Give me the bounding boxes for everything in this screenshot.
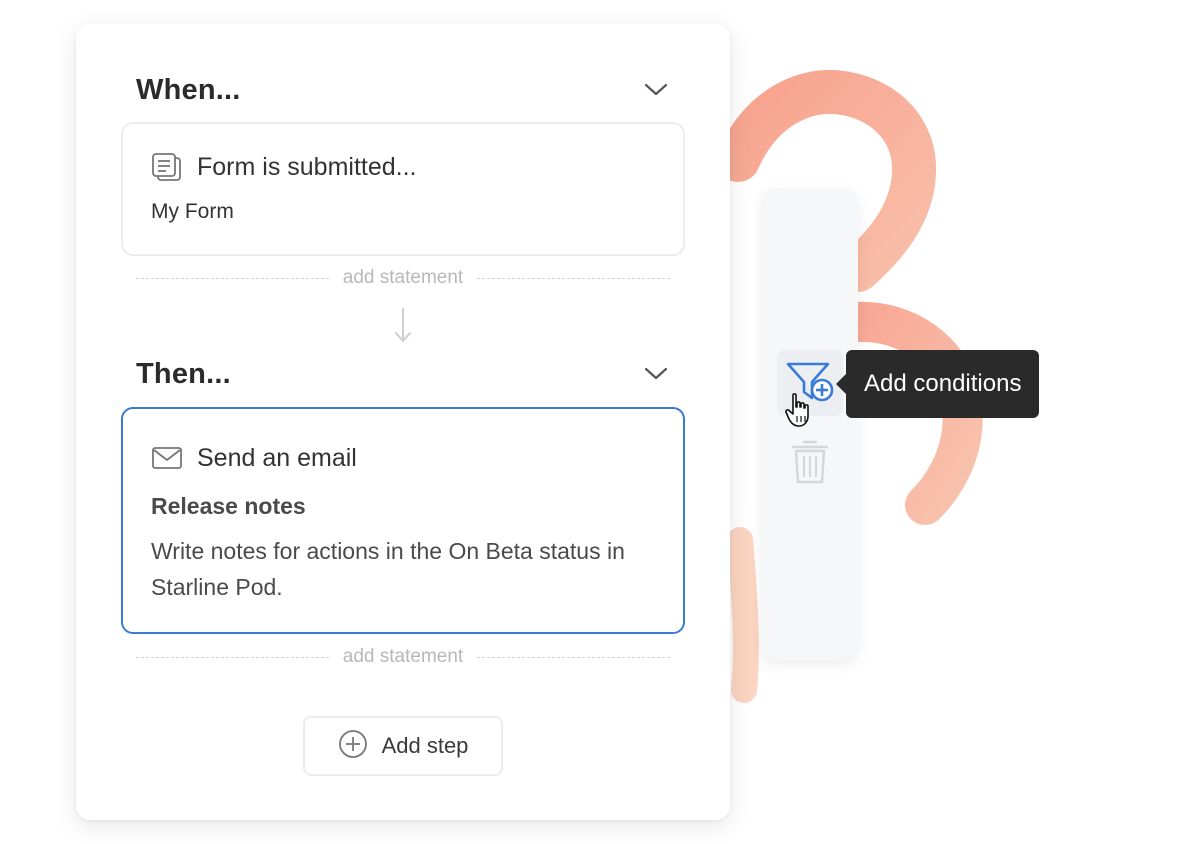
divider (136, 277, 329, 279)
envelope-icon (151, 443, 183, 473)
trigger-title: Form is submitted... (197, 152, 417, 181)
then-section-title: Then... (136, 357, 231, 390)
add-conditions-button[interactable] (777, 350, 843, 416)
add-step-button[interactable]: Add step (303, 716, 503, 776)
divider (136, 656, 329, 658)
divider (477, 656, 671, 658)
stage: When... Form is submitted... My Form add… (0, 0, 1190, 844)
trigger-subtitle: My Form (151, 200, 234, 223)
add-conditions-tooltip: Add conditions (835, 350, 1040, 418)
form-document-icon (151, 152, 183, 182)
action-name: Release notes (151, 493, 306, 519)
workflow-builder-card: When... Form is submitted... My Form add… (76, 24, 730, 820)
add-statement-label: add statement (342, 646, 464, 667)
tooltip-label: Add conditions (864, 370, 1022, 397)
add-statement-label: add statement (342, 267, 464, 288)
action-card-head: Send an email (151, 443, 357, 473)
when-section-header: When... (136, 70, 670, 110)
add-step-label: Add step (381, 733, 469, 758)
trigger-card-head: Form is submitted... (151, 152, 417, 182)
delete-button[interactable] (777, 430, 843, 496)
divider (477, 277, 671, 279)
add-statement-when[interactable]: add statement (136, 266, 671, 290)
side-toolbar (762, 188, 858, 660)
chevron-down-icon[interactable] (642, 360, 670, 388)
action-card[interactable]: Send an email Release notes Write notes … (121, 407, 685, 634)
add-statement-then[interactable]: add statement (136, 645, 671, 669)
filter-add-icon (784, 358, 836, 409)
action-description: Write notes for actions in the On Beta s… (151, 538, 625, 600)
then-section-header: Then... (136, 354, 670, 394)
when-section-title: When... (136, 73, 241, 106)
trigger-card[interactable]: Form is submitted... My Form (121, 122, 685, 256)
arrow-down-icon (395, 308, 411, 342)
action-title: Send an email (197, 443, 357, 472)
chevron-down-icon[interactable] (642, 76, 670, 104)
trash-icon (790, 437, 830, 490)
plus-circle-icon (338, 729, 368, 764)
